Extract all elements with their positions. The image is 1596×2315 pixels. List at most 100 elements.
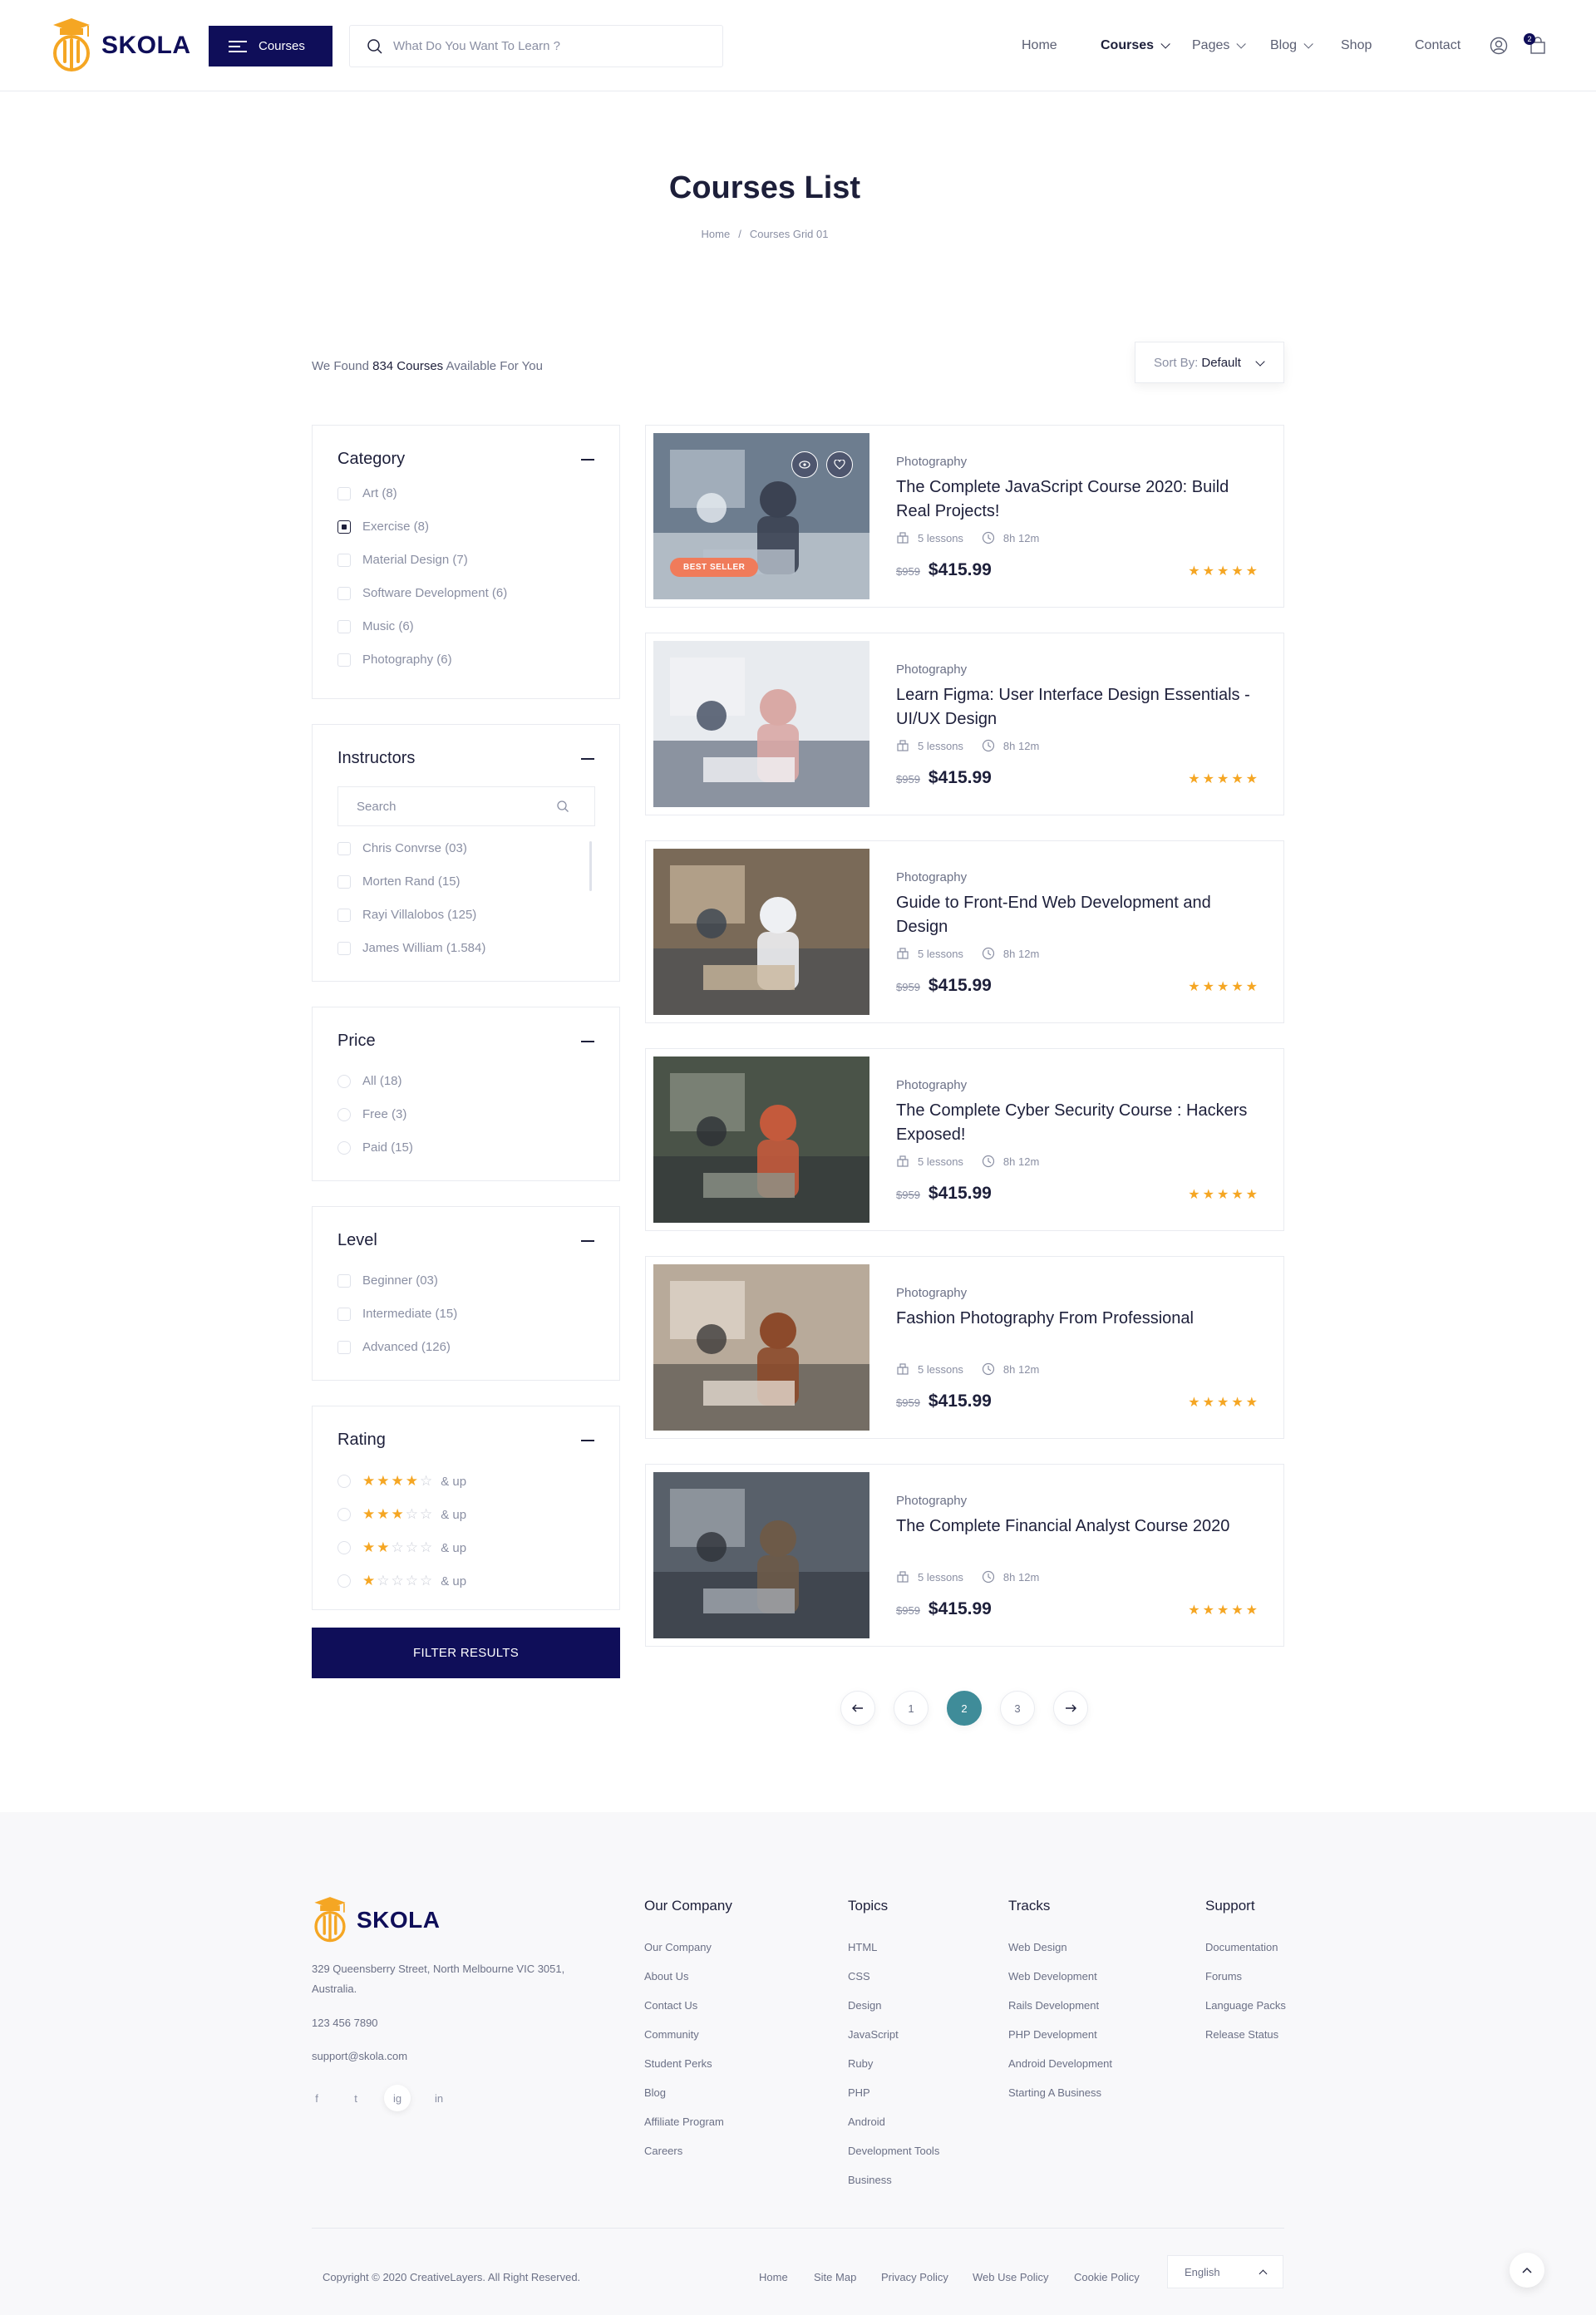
radio[interactable] — [337, 1508, 351, 1521]
footer-logo[interactable]: SKOLA — [312, 1895, 441, 1945]
bottom-link-home[interactable]: Home — [759, 2271, 788, 2283]
course-thumbnail[interactable]: BEST SELLER — [653, 433, 869, 599]
course-title[interactable]: The Complete JavaScript Course 2020: Bui… — [896, 475, 1254, 524]
rating-option[interactable]: ★★★★☆ & up — [337, 1473, 466, 1490]
footer-link[interactable]: Documentation — [1205, 1941, 1278, 1953]
level-option[interactable]: Advanced (126) — [337, 1340, 451, 1354]
checkbox[interactable] — [337, 653, 351, 667]
level-option[interactable]: Beginner (03) — [337, 1273, 438, 1288]
checkbox[interactable] — [337, 1307, 351, 1321]
checkbox[interactable] — [337, 874, 351, 889]
checkbox[interactable] — [337, 841, 351, 855]
course-thumbnail[interactable] — [653, 1472, 869, 1638]
footer-link[interactable]: JavaScript — [848, 2028, 899, 2041]
course-card[interactable]: Photography Learn Figma: User Interface … — [645, 633, 1284, 815]
filter-results-button[interactable]: FILTER RESULTS — [312, 1628, 620, 1678]
page-1-button[interactable]: 1 — [894, 1691, 929, 1726]
heart-icon[interactable] — [826, 451, 853, 478]
course-thumbnail[interactable] — [653, 1264, 869, 1431]
footer-link[interactable]: About Us — [644, 1970, 688, 1983]
footer-link[interactable]: Release Status — [1205, 2028, 1278, 2041]
bottom-link-privacy[interactable]: Privacy Policy — [881, 2271, 948, 2283]
nav-home[interactable]: Home — [1022, 38, 1057, 53]
category-option[interactable]: Material Design (7) — [337, 553, 468, 567]
prev-page-button[interactable] — [840, 1691, 875, 1726]
level-option[interactable]: Intermediate (15) — [337, 1307, 457, 1321]
checkbox[interactable] — [337, 941, 351, 955]
course-card[interactable]: BEST SELLER Photography The Complete Jav… — [645, 425, 1284, 608]
checkbox-checked[interactable] — [337, 520, 351, 534]
collapse-icon[interactable] — [581, 1041, 594, 1042]
course-category[interactable]: Photography — [896, 1078, 967, 1092]
footer-link[interactable]: Language Packs — [1205, 1999, 1286, 2012]
user-icon[interactable] — [1490, 37, 1508, 55]
collapse-icon[interactable] — [581, 758, 594, 760]
language-select[interactable]: English — [1167, 2255, 1283, 2288]
radio[interactable] — [337, 1574, 351, 1588]
next-page-button[interactable] — [1053, 1691, 1088, 1726]
footer-link[interactable]: Design — [848, 1999, 881, 2012]
course-title[interactable]: The Complete Financial Analyst Course 20… — [896, 1515, 1254, 1539]
instructor-option[interactable]: Rayi Villalobos (125) — [337, 908, 476, 922]
course-card[interactable]: Photography Guide to Front-End Web Devel… — [645, 840, 1284, 1023]
eye-icon[interactable] — [791, 451, 818, 478]
bottom-link-web-use[interactable]: Web Use Policy — [973, 2271, 1049, 2283]
category-option[interactable]: Art (8) — [337, 486, 397, 500]
instagram-icon[interactable]: ig — [384, 2085, 411, 2111]
scrollbar[interactable] — [589, 841, 592, 891]
footer-phone[interactable]: 123 456 7890 — [312, 2017, 378, 2029]
checkbox[interactable] — [337, 619, 351, 633]
footer-link[interactable]: Contact Us — [644, 1999, 697, 2012]
footer-link[interactable]: Web Design — [1008, 1941, 1067, 1953]
radio[interactable] — [337, 1541, 351, 1554]
footer-link[interactable]: Our Company — [644, 1941, 712, 1953]
collapse-icon[interactable] — [581, 1240, 594, 1242]
price-option[interactable]: Paid (15) — [337, 1140, 413, 1155]
category-option[interactable]: Photography (6) — [337, 653, 452, 667]
nav-shop[interactable]: Shop — [1341, 38, 1372, 53]
course-category[interactable]: Photography — [896, 870, 967, 884]
course-thumbnail[interactable] — [653, 641, 869, 807]
radio[interactable] — [337, 1107, 351, 1121]
radio[interactable] — [337, 1475, 351, 1488]
footer-link[interactable]: Careers — [644, 2145, 682, 2157]
category-option[interactable]: Music (6) — [337, 619, 414, 633]
course-category[interactable]: Photography — [896, 1286, 967, 1300]
nav-contact[interactable]: Contact — [1415, 38, 1461, 53]
checkbox[interactable] — [337, 908, 351, 922]
course-category[interactable]: Photography — [896, 1494, 967, 1508]
sort-dropdown[interactable]: Sort By: Default — [1135, 342, 1284, 383]
course-thumbnail[interactable] — [653, 849, 869, 1015]
category-option[interactable]: Software Development (6) — [337, 586, 507, 600]
radio[interactable] — [337, 1074, 351, 1088]
page-3-button[interactable]: 3 — [1000, 1691, 1035, 1726]
nav-blog[interactable]: Blog — [1270, 38, 1313, 53]
radio[interactable] — [337, 1140, 351, 1155]
bottom-link-cookie[interactable]: Cookie Policy — [1074, 2271, 1140, 2283]
course-title[interactable]: Guide to Front-End Web Development and D… — [896, 891, 1254, 939]
footer-link[interactable]: PHP — [848, 2086, 870, 2099]
course-card[interactable]: Photography The Complete Cyber Security … — [645, 1048, 1284, 1231]
rating-option[interactable]: ★★★☆☆ & up — [337, 1506, 466, 1523]
footer-link[interactable]: CSS — [848, 1970, 870, 1983]
footer-link[interactable]: Ruby — [848, 2057, 873, 2070]
footer-link[interactable]: Rails Development — [1008, 1999, 1099, 2012]
course-card[interactable]: Photography Fashion Photography From Pro… — [645, 1256, 1284, 1439]
footer-link[interactable]: Forums — [1205, 1970, 1242, 1983]
course-title[interactable]: Learn Figma: User Interface Design Essen… — [896, 683, 1254, 731]
course-category[interactable]: Photography — [896, 662, 967, 677]
checkbox[interactable] — [337, 486, 351, 500]
footer-link[interactable]: Web Development — [1008, 1970, 1097, 1983]
checkbox[interactable] — [337, 1340, 351, 1354]
twitter-icon[interactable]: t — [342, 2085, 369, 2111]
course-category[interactable]: Photography — [896, 455, 967, 469]
footer-email[interactable]: support@skola.com — [312, 2050, 407, 2062]
linkedin-icon[interactable]: in — [426, 2085, 452, 2111]
breadcrumb-home[interactable]: Home — [702, 228, 731, 240]
instructor-option[interactable]: James William (1.584) — [337, 941, 485, 955]
page-2-button[interactable]: 2 — [947, 1691, 982, 1726]
back-to-top-button[interactable] — [1510, 2253, 1544, 2288]
footer-link[interactable]: Student Perks — [644, 2057, 712, 2070]
footer-link[interactable]: Blog — [644, 2086, 666, 2099]
footer-link[interactable]: Development Tools — [848, 2145, 939, 2157]
